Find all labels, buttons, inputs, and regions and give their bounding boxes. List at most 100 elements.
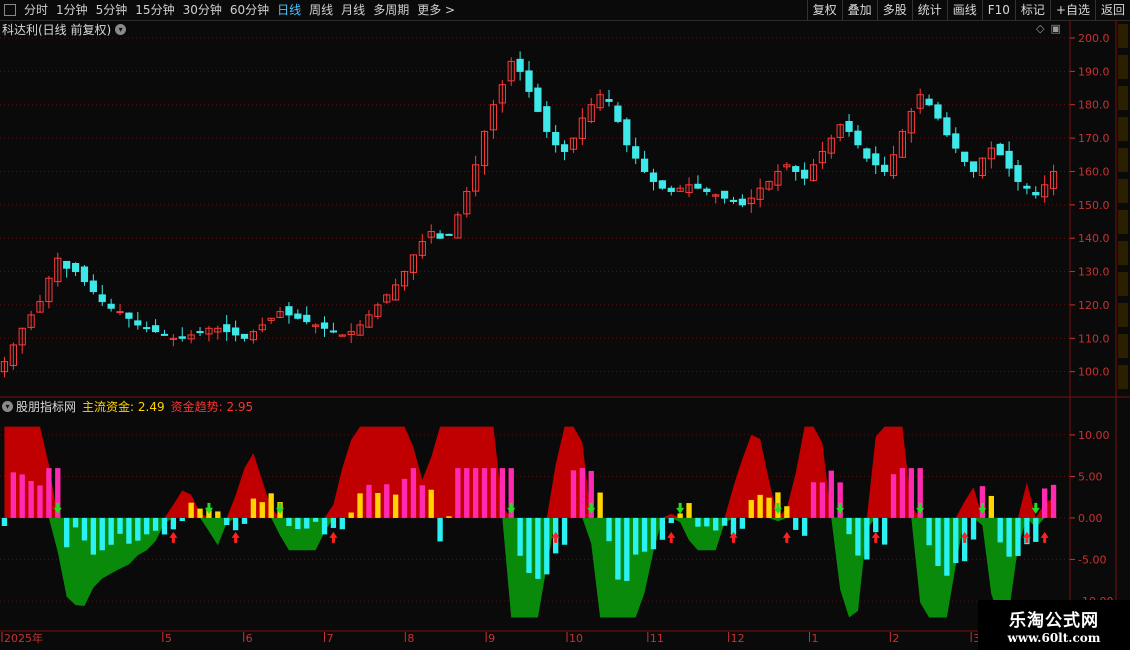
- buy-arrow-icon: [960, 531, 969, 543]
- buy-arrow-icon: [871, 531, 880, 543]
- restore-window-icon[interactable]: ▣: [1050, 22, 1060, 35]
- right-toolbar: 复权 叠加 多股 统计 画线 F10 标记 +自选 返回: [806, 0, 1130, 20]
- f10-button[interactable]: F10: [981, 0, 1015, 20]
- fund-bar: [784, 506, 790, 518]
- chevron-down-icon[interactable]: ▾: [2, 400, 13, 412]
- statistics-button[interactable]: 统计: [911, 0, 947, 20]
- fund-bar: [766, 497, 772, 518]
- fund-bar: [650, 517, 657, 550]
- fund-bar: [99, 517, 105, 551]
- tab-multi-period[interactable]: 多周期: [369, 0, 413, 20]
- fund-bar: [721, 517, 728, 526]
- fund-bar: [472, 468, 479, 518]
- buy-arrow-icon: [1022, 531, 1031, 543]
- fund-bar: [748, 499, 754, 518]
- fund-bar: [526, 517, 532, 573]
- menu-square-icon[interactable]: [4, 4, 16, 16]
- tab-1min[interactable]: 1分钟: [52, 0, 92, 20]
- candle-body: [632, 146, 640, 159]
- fund-bar: [286, 517, 292, 526]
- fund-bar: [1041, 488, 1048, 518]
- add-watchlist-button[interactable]: +自选: [1049, 0, 1095, 20]
- tab-weekly[interactable]: 周线: [305, 0, 337, 20]
- mark-button[interactable]: 标记: [1014, 0, 1050, 20]
- fund-bar: [944, 517, 950, 576]
- price-tick-label: 180.0: [1078, 99, 1110, 112]
- candlestick-series: [0, 51, 1058, 378]
- tab-60min[interactable]: 60分钟: [226, 0, 273, 20]
- fund-bar: [855, 517, 861, 556]
- side-cell: [1118, 148, 1128, 172]
- fund-bar: [19, 474, 25, 518]
- price-tick-label: 140.0: [1078, 232, 1110, 245]
- fund-bar: [144, 517, 150, 535]
- overlay-button[interactable]: 叠加: [841, 0, 877, 20]
- fund-bar: [881, 517, 888, 545]
- tab-fenshi[interactable]: 分时: [20, 0, 52, 20]
- sell-arrow-icon: [507, 502, 516, 514]
- candle-body: [436, 233, 444, 239]
- sell-arrow-icon: [676, 502, 685, 514]
- fund-bar: [179, 517, 185, 522]
- fund-bar: [170, 517, 177, 530]
- tab-30min[interactable]: 30分钟: [179, 0, 226, 20]
- candle-body: [694, 183, 702, 189]
- candle-body: [543, 106, 551, 132]
- indicator-tick-label: 10.00: [1078, 429, 1110, 442]
- fund-bar: [455, 468, 461, 518]
- tab-15min[interactable]: 15分钟: [131, 0, 178, 20]
- candle-body: [738, 198, 746, 206]
- chevron-down-icon[interactable]: ▾: [115, 23, 127, 35]
- fund-bar: [152, 517, 159, 531]
- fund-bar: [544, 517, 550, 575]
- fund-bar: [321, 517, 328, 535]
- fund-bar: [135, 517, 141, 541]
- fund-bar: [1006, 517, 1012, 557]
- fund-bar: [641, 517, 648, 552]
- candle-body: [720, 190, 729, 199]
- price-tick-label: 170.0: [1078, 132, 1110, 145]
- fund-bar: [713, 517, 719, 531]
- multi-stock-button[interactable]: 多股: [876, 0, 912, 20]
- tab-monthly[interactable]: 月线: [337, 0, 369, 20]
- tab-more[interactable]: 更多 >: [413, 0, 459, 20]
- tab-daily[interactable]: 日线: [273, 0, 305, 20]
- date-tick-label: 9: [488, 632, 495, 645]
- candle-body: [196, 331, 204, 334]
- candle-body: [934, 104, 942, 119]
- candle-body: [792, 166, 800, 172]
- indicator-title: ▾ 股朋指标网 主流资金: 2.49 资金趋势: 2.95: [2, 398, 253, 414]
- fund-bar: [561, 517, 568, 545]
- restore-rights-button[interactable]: 复权: [806, 0, 842, 20]
- candle-body: [240, 333, 249, 339]
- fund-bar: [659, 517, 666, 540]
- tab-5min[interactable]: 5分钟: [92, 0, 132, 20]
- fund-bar: [46, 468, 52, 518]
- candle-body: [703, 188, 711, 192]
- fund-bar: [446, 516, 452, 518]
- buy-arrow-icon: [729, 531, 738, 543]
- buy-arrow-icon: [169, 531, 178, 543]
- fund-bar: [304, 517, 310, 529]
- fund-bar: [606, 517, 612, 542]
- back-button[interactable]: 返回: [1094, 0, 1130, 20]
- date-tick-label: 2025年: [4, 631, 43, 645]
- candle-body: [552, 132, 560, 146]
- candle-body: [534, 87, 542, 112]
- date-tick-label: 1: [812, 632, 819, 645]
- kline-chart[interactable]: 200.0 190.0 180.0 170.0 160.0 150.0 140.0 130.0…: [0, 20, 1130, 650]
- candle-body: [961, 151, 969, 162]
- side-cell: [1118, 241, 1128, 265]
- date-tick-label: 12: [731, 632, 745, 645]
- candle-body: [1032, 192, 1040, 196]
- draw-line-button[interactable]: 画线: [946, 0, 982, 20]
- candle-body: [178, 336, 186, 339]
- buy-arrow-icon: [1040, 531, 1049, 543]
- candle-body: [516, 58, 524, 72]
- fund-bar: [117, 517, 123, 534]
- fund-bar: [312, 517, 319, 522]
- buy-arrow-icon: [551, 531, 560, 543]
- diamond-icon[interactable]: ◇: [1036, 22, 1044, 35]
- fund-bar: [419, 485, 425, 518]
- fund-bar: [481, 468, 488, 518]
